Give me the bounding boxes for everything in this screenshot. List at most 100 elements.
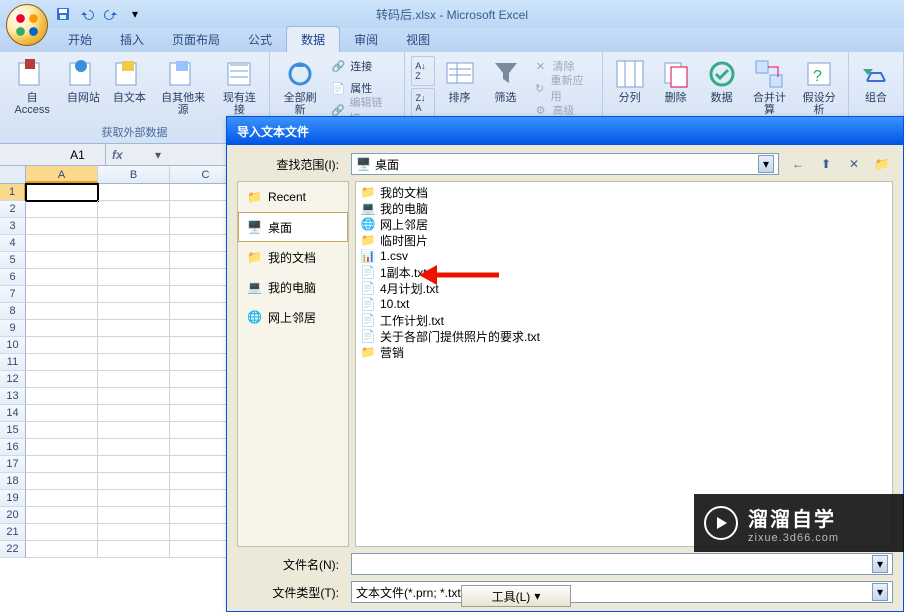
whatif-button[interactable]: ?假设分析 [796, 56, 842, 122]
cell[interactable] [26, 473, 98, 490]
ribbon-tab-3[interactable]: 公式 [234, 27, 286, 52]
row-header[interactable]: 3 [0, 218, 26, 235]
cell[interactable] [98, 405, 170, 422]
file-item[interactable]: 📊1.csv [358, 248, 890, 264]
cell[interactable] [26, 405, 98, 422]
place-item[interactable]: 📁Recent [238, 182, 348, 212]
cell[interactable] [26, 286, 98, 303]
cell[interactable] [26, 218, 98, 235]
ribbon-tab-2[interactable]: 页面布局 [158, 27, 234, 52]
office-button[interactable] [6, 4, 48, 46]
text-to-columns-button[interactable]: 分列 [609, 56, 651, 122]
cell[interactable] [98, 303, 170, 320]
qat-dropdown-icon[interactable]: ▾ [124, 3, 146, 25]
row-header[interactable]: 11 [0, 354, 26, 371]
file-item[interactable]: 📄10.txt [358, 296, 890, 312]
cell[interactable] [98, 286, 170, 303]
ribbon-tab-1[interactable]: 插入 [106, 27, 158, 52]
cell[interactable] [98, 507, 170, 524]
place-item[interactable]: 🖥️桌面 [238, 212, 348, 242]
redo-icon[interactable] [100, 3, 122, 25]
cell[interactable] [98, 201, 170, 218]
column-header[interactable]: A [26, 166, 98, 183]
lookin-combo[interactable]: 🖥️ 桌面 ▾ [351, 153, 779, 175]
cell[interactable] [26, 303, 98, 320]
place-item[interactable]: 🌐网上邻居 [238, 302, 348, 332]
cell[interactable] [26, 337, 98, 354]
data-validation-button[interactable]: 数据 [701, 56, 743, 122]
from-other-button[interactable]: 自其他来源 [154, 56, 211, 122]
row-header[interactable]: 17 [0, 456, 26, 473]
file-item[interactable]: 📁我的文档 [358, 184, 890, 200]
sort-asc-button[interactable]: A↓Z [411, 56, 435, 86]
cell[interactable] [26, 490, 98, 507]
connections-button[interactable]: 🔗连接 [328, 56, 397, 76]
dialog-titlebar[interactable]: 导入文本文件 [227, 117, 903, 145]
chevron-down-icon[interactable]: ▾ [872, 555, 888, 573]
row-header[interactable]: 13 [0, 388, 26, 405]
cell[interactable] [98, 354, 170, 371]
save-icon[interactable] [52, 3, 74, 25]
cell[interactable] [26, 320, 98, 337]
select-all-corner[interactable] [0, 166, 26, 183]
from-text-button[interactable]: 自文本 [108, 56, 150, 122]
row-header[interactable]: 10 [0, 337, 26, 354]
cell[interactable] [98, 473, 170, 490]
undo-icon[interactable] [76, 3, 98, 25]
file-item[interactable]: 🌐网上邻居 [358, 216, 890, 232]
new-folder-icon[interactable]: 📁 [871, 153, 893, 175]
cell[interactable] [26, 388, 98, 405]
row-header[interactable]: 7 [0, 286, 26, 303]
cell[interactable] [26, 422, 98, 439]
cell[interactable] [26, 371, 98, 388]
cell[interactable] [26, 507, 98, 524]
delete-icon[interactable]: ✕ [843, 153, 865, 175]
cell[interactable] [98, 218, 170, 235]
file-item[interactable]: 📄工作计划.txt [358, 312, 890, 328]
place-item[interactable]: 📁我的文档 [238, 242, 348, 272]
row-header[interactable]: 16 [0, 439, 26, 456]
reapply-button[interactable]: ↻重新应用 [531, 78, 596, 98]
cell[interactable] [98, 320, 170, 337]
row-header[interactable]: 12 [0, 371, 26, 388]
cell[interactable] [98, 235, 170, 252]
cell[interactable] [26, 235, 98, 252]
cell[interactable] [26, 354, 98, 371]
cell[interactable] [26, 252, 98, 269]
ribbon-tab-0[interactable]: 开始 [54, 27, 106, 52]
row-header[interactable]: 21 [0, 524, 26, 541]
cell[interactable] [26, 269, 98, 286]
cell[interactable] [98, 490, 170, 507]
cell[interactable] [98, 337, 170, 354]
row-header[interactable]: 8 [0, 303, 26, 320]
cell[interactable] [26, 456, 98, 473]
row-header[interactable]: 9 [0, 320, 26, 337]
sort-desc-button[interactable]: Z↓A [411, 88, 435, 118]
remove-duplicates-button[interactable]: 删除 [655, 56, 697, 122]
refresh-all-button[interactable]: 全部刷新 [276, 56, 324, 122]
cell[interactable] [98, 456, 170, 473]
cell[interactable] [26, 541, 98, 558]
cell[interactable] [98, 524, 170, 541]
cell[interactable] [98, 371, 170, 388]
row-header[interactable]: 18 [0, 473, 26, 490]
file-item[interactable]: 📄4月计划.txt [358, 280, 890, 296]
row-header[interactable]: 4 [0, 235, 26, 252]
cell[interactable] [26, 184, 98, 201]
cell[interactable] [98, 269, 170, 286]
filetype-combo[interactable]: 文本文件(*.prn; *.txt; *.csv) ▾ [351, 581, 893, 603]
file-item[interactable]: 💻我的电脑 [358, 200, 890, 216]
row-header[interactable]: 20 [0, 507, 26, 524]
up-icon[interactable]: ⬆ [815, 153, 837, 175]
cell[interactable] [26, 524, 98, 541]
file-item[interactable]: 📄关于各部门提供照片的要求.txt [358, 328, 890, 344]
cell[interactable] [98, 439, 170, 456]
ribbon-tab-6[interactable]: 视图 [392, 27, 444, 52]
cell[interactable] [98, 388, 170, 405]
cell[interactable] [98, 252, 170, 269]
filter-button[interactable]: 筛选 [485, 56, 527, 122]
cell[interactable] [26, 201, 98, 218]
tools-button[interactable]: 工具(L) ▾ [461, 585, 571, 607]
row-header[interactable]: 1 [0, 184, 26, 201]
row-header[interactable]: 14 [0, 405, 26, 422]
